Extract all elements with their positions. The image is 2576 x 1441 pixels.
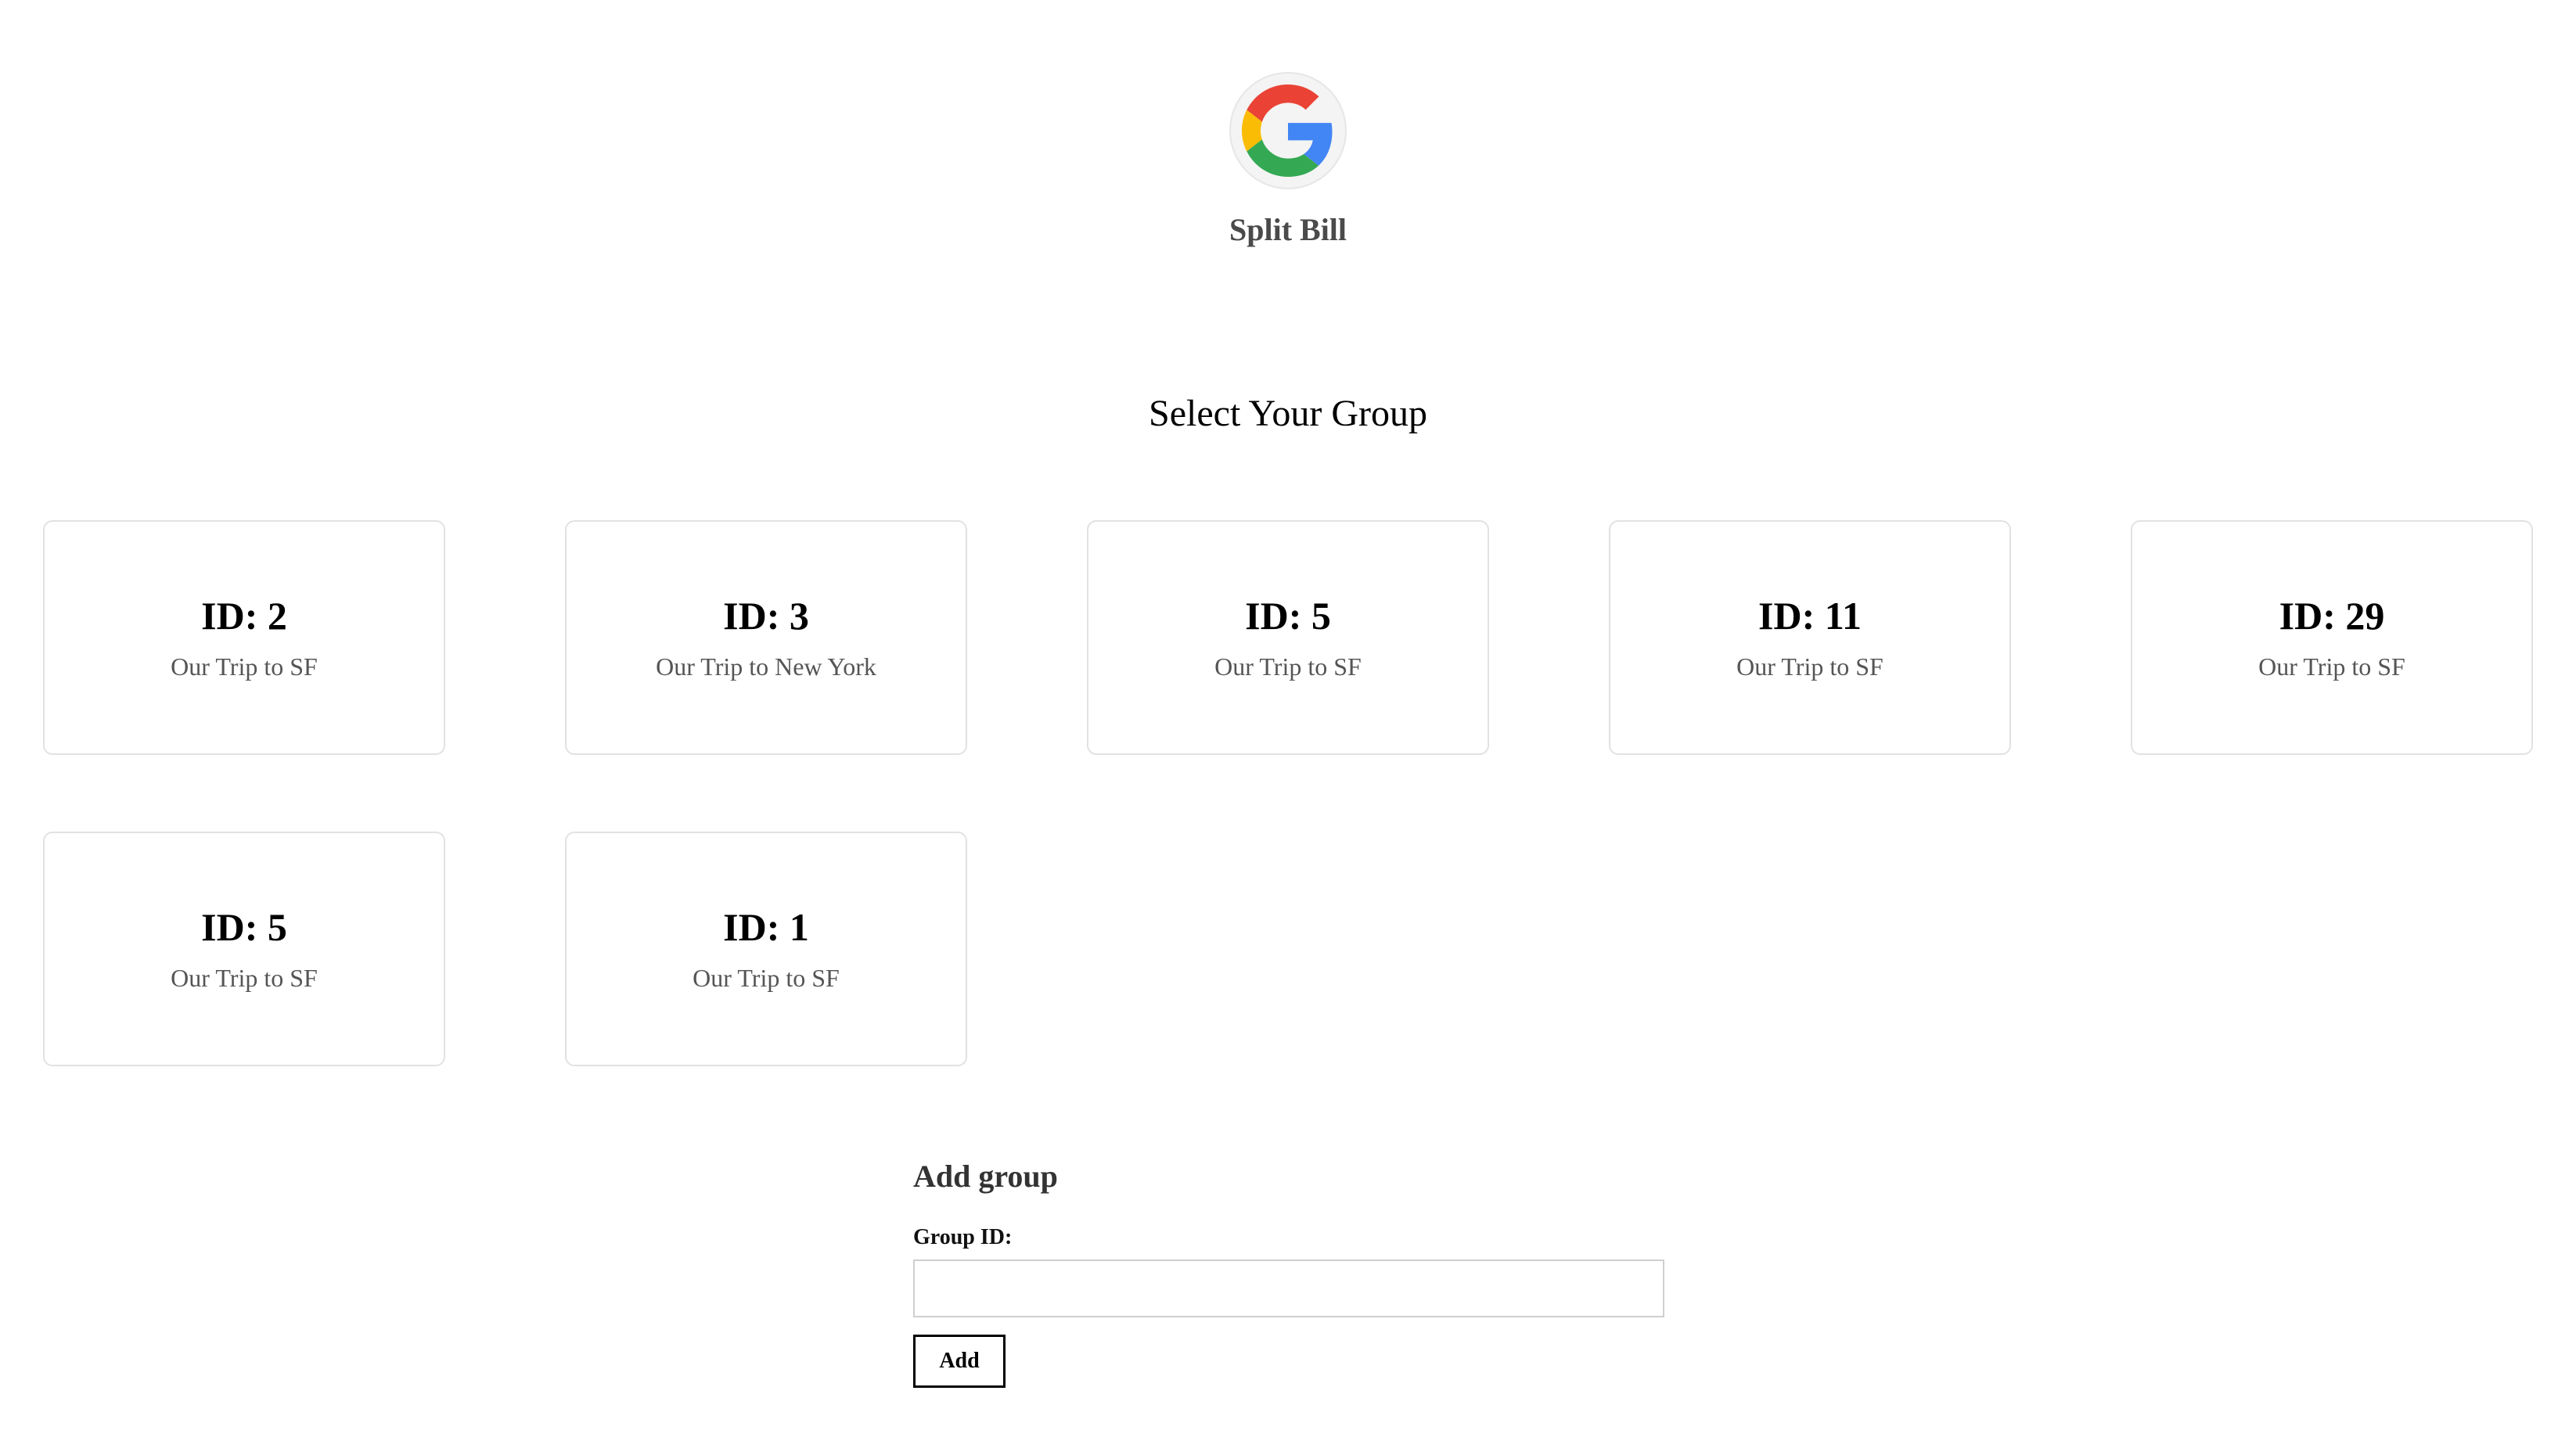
group-id: ID: 2 [201,594,287,638]
group-card[interactable]: ID: 1 Our Trip to SF [565,832,967,1066]
group-card[interactable]: ID: 5 Our Trip to SF [1087,520,1489,755]
page-title: Select Your Group [1149,393,1427,434]
group-card[interactable]: ID: 2 Our Trip to SF [43,520,445,755]
add-group-form: Add group Group ID: Add [913,1161,1664,1388]
group-name: Our Trip to SF [693,964,840,992]
group-card[interactable]: ID: 29 Our Trip to SF [2131,520,2533,755]
group-name: Our Trip to SF [2258,652,2405,681]
app-title: Split Bill [1229,212,1347,247]
group-grid: ID: 2 Our Trip to SF ID: 3 Our Trip to N… [43,520,2539,1066]
avatar [1229,72,1347,189]
group-id: ID: 3 [723,594,809,638]
group-id: ID: 11 [1758,594,1862,638]
group-id: ID: 5 [201,905,287,949]
app-header: Split Bill [0,72,2576,248]
group-card[interactable]: ID: 5 Our Trip to SF [43,832,445,1066]
group-id: ID: 29 [2279,594,2385,638]
add-button[interactable]: Add [913,1335,1006,1388]
group-id-input[interactable] [913,1260,1664,1317]
group-card[interactable]: ID: 11 Our Trip to SF [1609,520,2011,755]
group-name: Our Trip to SF [1736,652,1883,681]
add-group-title: Add group [913,1159,1058,1194]
group-id: ID: 5 [1245,594,1331,638]
group-id: ID: 1 [723,905,809,949]
group-name: Our Trip to SF [171,652,318,681]
group-id-label: Group ID: [913,1225,1013,1249]
group-name: Our Trip to New York [656,652,876,681]
group-card[interactable]: ID: 3 Our Trip to New York [565,520,967,755]
google-g-icon [1242,84,1333,177]
group-name: Our Trip to SF [1214,652,1362,681]
group-name: Our Trip to SF [171,964,318,992]
